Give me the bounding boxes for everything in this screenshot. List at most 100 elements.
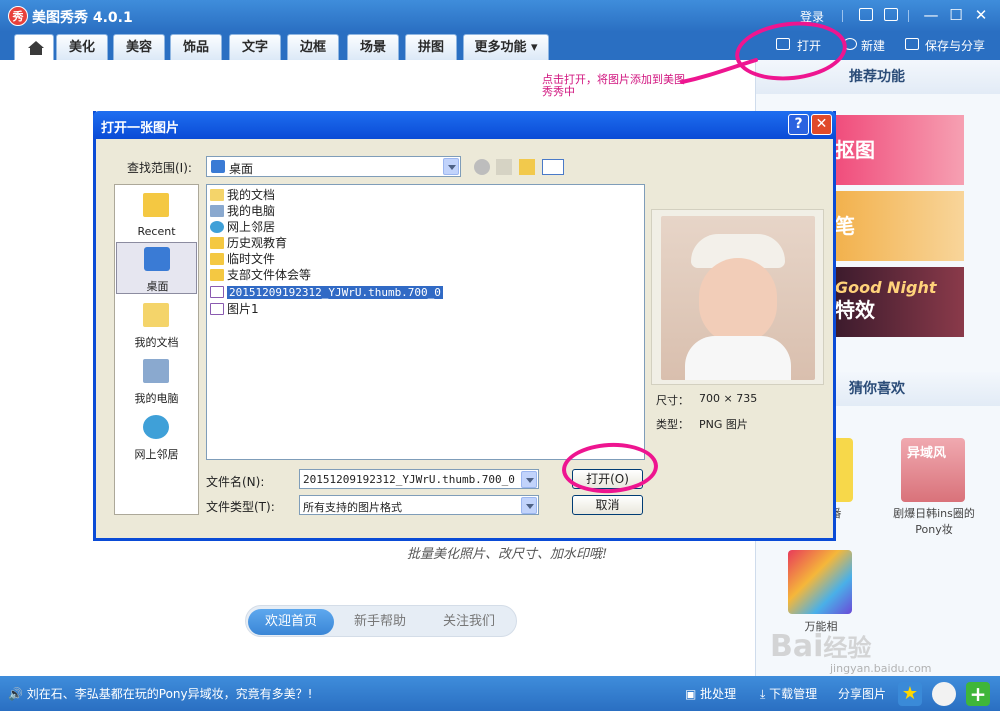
chevron-down-icon[interactable] xyxy=(443,158,459,175)
app-logo-icon: 秀 xyxy=(8,6,28,26)
places-bar: Recent 桌面 我的文档 我的电脑 网上邻居 xyxy=(114,184,199,515)
tab-welcome[interactable]: 欢迎首页 xyxy=(248,609,334,635)
up-folder-icon[interactable] xyxy=(496,159,512,175)
app-title: 美图秀秀 4.0.1 xyxy=(32,10,133,26)
folder-icon xyxy=(210,237,224,249)
file-list[interactable]: 我的文档 我的电脑 网上邻居 历史观教育 临时文件 支部文件体会等 201512… xyxy=(206,184,645,460)
watermark-logo: Bai经验 xyxy=(770,629,872,664)
look-in-label: 查找范围(I): xyxy=(127,161,192,175)
list-item[interactable]: 我的电脑 xyxy=(209,203,275,219)
recent-folder-icon xyxy=(143,193,169,217)
size-value: 700 × 735 xyxy=(699,392,758,405)
message-icon[interactable] xyxy=(859,8,873,21)
list-item[interactable]: 支部文件体会等 xyxy=(209,267,311,283)
list-item-selected[interactable]: 20151209192312_YJWrU.thumb.700_0 xyxy=(209,284,443,300)
network-icon xyxy=(210,221,224,233)
save-share-button[interactable]: 保存与分享 xyxy=(925,37,985,54)
dialog-title: 打开一张图片 xyxy=(101,121,180,136)
place-network[interactable]: 网上邻居 xyxy=(116,411,197,463)
guess-thumb-pony[interactable]: 异域风 xyxy=(901,438,965,502)
banner-cutout[interactable]: 抠图 xyxy=(831,115,964,185)
app-titlebar: 秀 美图秀秀 4.0.1 登录 — ☐ ✕ xyxy=(0,0,1000,32)
folder-docs-icon xyxy=(143,303,169,327)
new-button[interactable]: 新建 xyxy=(861,37,885,54)
folder-icon xyxy=(210,253,224,265)
list-item[interactable]: 我的文档 xyxy=(209,187,275,203)
place-desktop[interactable]: 桌面 xyxy=(116,242,197,294)
dialog-close-icon[interactable]: ✕ xyxy=(811,114,832,135)
list-item[interactable]: 历史观教育 xyxy=(209,235,287,251)
look-in-select[interactable]: 桌面 xyxy=(206,156,461,177)
type-value: PNG 图片 xyxy=(699,418,748,431)
folder-icon xyxy=(210,269,224,281)
tab-more[interactable]: 更多功能 ▾ xyxy=(463,34,549,60)
chevron-down-icon[interactable] xyxy=(521,497,537,514)
statusbar: 🔊 刘在石、李弘基都在玩的Pony异域妆，究竟有多美？! ▣ 批处理 ⤓ 下载管… xyxy=(0,676,1000,711)
annotation-text: 点击打开，将图片添加到美图秀秀中 xyxy=(542,73,685,98)
script-hint: 批量美化照片、改尺寸、加水印哦! xyxy=(407,547,608,562)
tab-frame[interactable]: 边框 xyxy=(287,34,339,60)
maximize-icon[interactable]: ☐ xyxy=(947,6,965,24)
filename-label: 文件名(N): xyxy=(206,475,265,489)
filetype-label: 文件类型(T): xyxy=(206,500,275,514)
desktop-icon xyxy=(144,247,170,271)
back-icon[interactable] xyxy=(474,159,490,175)
help-icon[interactable]: ? xyxy=(788,114,809,135)
new-folder-icon[interactable] xyxy=(519,159,535,175)
place-recent[interactable]: Recent xyxy=(116,189,197,241)
tab-collage[interactable]: 拼图 xyxy=(405,34,457,60)
chevron-down-icon[interactable] xyxy=(521,471,537,488)
png-file-icon xyxy=(210,286,224,298)
tab-follow-us[interactable]: 关注我们 xyxy=(426,609,512,635)
image-preview xyxy=(651,209,824,385)
home-icon xyxy=(28,41,44,48)
computer-icon xyxy=(210,205,224,217)
cancel-button[interactable]: 取消 xyxy=(572,495,643,515)
place-my-documents[interactable]: 我的文档 xyxy=(116,299,197,351)
type-label: 类型： xyxy=(656,418,689,431)
guess-label-pony: 剧爆日韩ins圈的Pony妆 xyxy=(893,507,975,536)
list-item[interactable]: 临时文件 xyxy=(209,251,275,267)
tab-text[interactable]: 文字 xyxy=(229,34,281,60)
tab-scene[interactable]: 场景 xyxy=(347,34,399,60)
png-file-icon xyxy=(210,303,224,315)
annotation-arrow xyxy=(680,58,758,84)
tab-accessories[interactable]: 饰品 xyxy=(170,34,222,60)
look-in-value: 桌面 xyxy=(229,162,254,176)
folder-docs-icon xyxy=(210,189,224,201)
status-marquee[interactable]: 🔊 刘在石、李弘基都在玩的Pony异域妆，究竟有多美？! xyxy=(8,685,312,702)
desktop-icon xyxy=(211,160,225,173)
guess-thumb-universal[interactable] xyxy=(788,550,852,614)
list-item[interactable]: 图片1 xyxy=(209,301,259,317)
dialog-titlebar: 打开一张图片 ? ✕ xyxy=(93,111,836,139)
skin-icon[interactable] xyxy=(884,8,898,21)
batch-button[interactable]: ▣ 批处理 xyxy=(685,685,736,702)
weibo-icon[interactable] xyxy=(932,682,956,706)
size-label: 尺寸： xyxy=(656,394,689,407)
watermark-url: jingyan.baidu.com xyxy=(830,662,932,675)
filename-input[interactable]: 20151209192312_YJWrU.thumb.700_0 xyxy=(299,469,539,489)
banner-effects[interactable]: Good Night 特效 xyxy=(831,267,964,337)
tab-home[interactable] xyxy=(14,34,54,60)
title-separator xyxy=(842,10,843,22)
add-icon[interactable]: + xyxy=(966,682,990,706)
tab-newbie-help[interactable]: 新手帮助 xyxy=(337,609,423,635)
open-image-dialog: 打开一张图片 ? ✕ 查找范围(I): 桌面 Recent 桌面 我的文档 我的… xyxy=(93,111,836,541)
place-my-computer[interactable]: 我的电脑 xyxy=(116,355,197,407)
preview-image xyxy=(661,216,815,380)
view-menu-icon[interactable] xyxy=(542,159,564,175)
download-button[interactable]: ⤓ 下载管理 xyxy=(760,685,817,702)
welcome-tabs: 欢迎首页 新手帮助 关注我们 xyxy=(245,605,517,637)
save-icon xyxy=(905,38,919,50)
tab-beautify[interactable]: 美化 xyxy=(56,34,108,60)
tab-beauty[interactable]: 美容 xyxy=(113,34,165,60)
close-icon[interactable]: ✕ xyxy=(972,6,990,24)
star-icon[interactable]: ★ xyxy=(898,682,922,706)
list-item[interactable]: 网上邻居 xyxy=(209,219,275,235)
network-icon xyxy=(143,415,169,439)
minimize-icon[interactable]: — xyxy=(922,6,940,24)
share-button[interactable]: 分享图片 xyxy=(838,685,886,702)
filetype-select[interactable]: 所有支持的图片格式 xyxy=(299,495,539,515)
banner-brush[interactable]: 笔 xyxy=(831,191,964,261)
title-separator xyxy=(908,10,909,22)
